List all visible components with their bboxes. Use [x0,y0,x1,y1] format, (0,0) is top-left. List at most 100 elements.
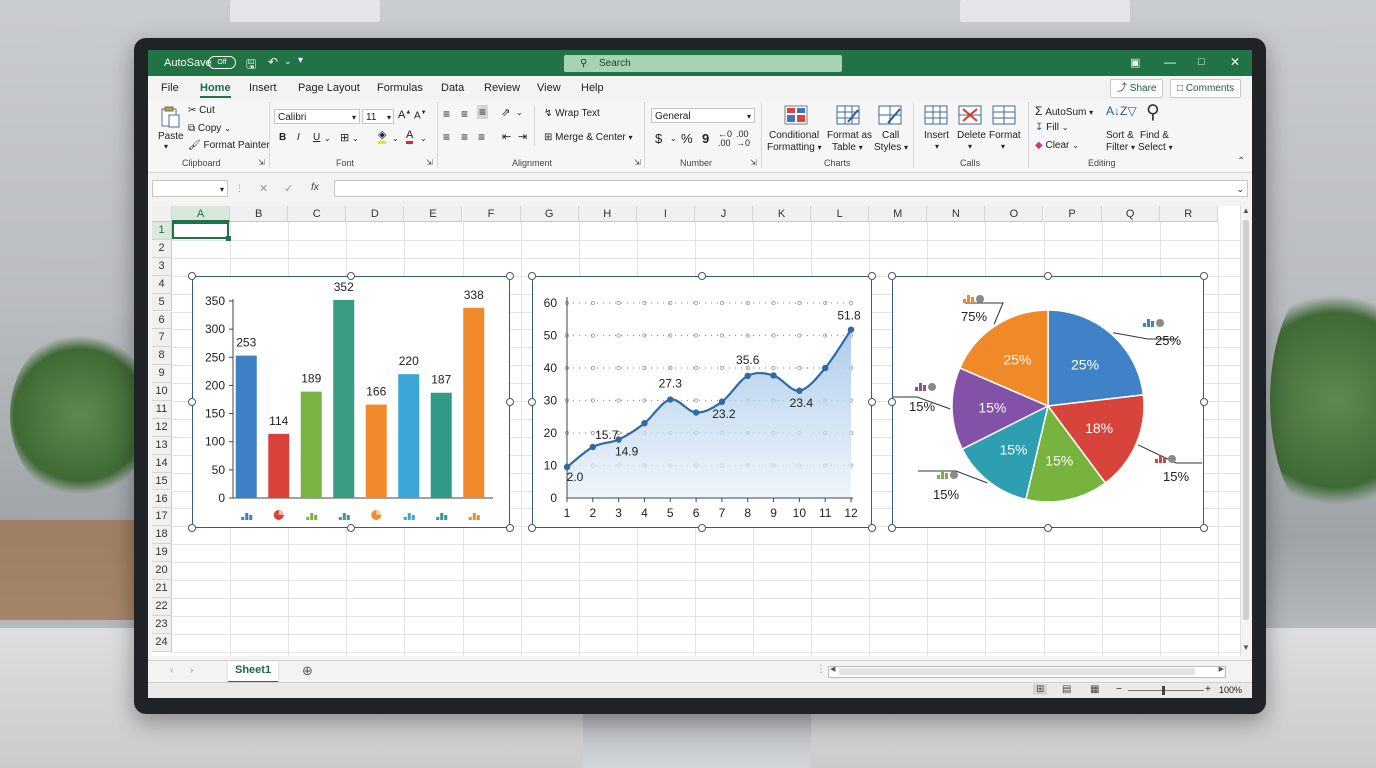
row-header-19[interactable]: 19 [152,544,172,563]
column-header-m[interactable]: M [869,206,928,222]
column-header-b[interactable]: B [230,206,289,222]
fill-handle[interactable] [226,235,232,241]
page-layout-view-icon[interactable]: ▤ [1062,684,1071,695]
resize-handle[interactable] [528,272,536,280]
tab-help[interactable]: Help [581,82,604,94]
cut-button[interactable]: ✂ Cut [188,105,215,116]
tab-insert[interactable]: Insert [249,82,277,94]
cell-styles-icon[interactable] [878,105,902,130]
row-header-22[interactable]: 22 [152,597,172,616]
resize-handle[interactable] [528,398,536,406]
search-box[interactable]: ⚲ Search [564,55,842,72]
dialog-launcher-icon[interactable]: ⇲ [426,158,433,167]
share-button[interactable]: ⤴ Share [1110,79,1164,98]
align-center-icon[interactable]: ≡ [461,130,468,144]
insert-cells-icon[interactable] [924,105,948,130]
close-icon[interactable]: ✕ [1230,55,1240,69]
chevron-down-icon[interactable]: ⌄ [516,108,523,117]
sheet-tab-sheet1[interactable]: Sheet1 [228,661,278,683]
resize-handle[interactable] [528,524,536,532]
formula-input[interactable]: ⌄ [334,180,1248,197]
pie-chart[interactable]: 25% 18% 15% 15% 15% 25% 25% 15% 15% 15% 75% [879,276,1204,528]
orientation-icon[interactable]: ⇗ [501,106,510,119]
chevron-down-icon[interactable]: ⌄ [324,134,331,143]
row-header-21[interactable]: 21 [152,580,172,598]
page-break-view-icon[interactable]: ▦ [1090,684,1099,695]
paste-label[interactable]: Paste [158,131,184,142]
cell-styles-label[interactable]: Call [882,130,899,141]
resize-handle[interactable] [888,524,896,532]
font-color-icon[interactable]: A [406,130,414,144]
percent-button[interactable]: % [681,131,693,146]
column-header-d[interactable]: D [346,206,405,222]
chevron-down-icon[interactable]: ⌄ [392,134,399,143]
scroll-up-icon[interactable]: ▲ [1242,206,1250,215]
row-header-23[interactable]: 23 [152,615,172,634]
active-cell[interactable] [172,222,230,239]
resize-handle[interactable] [698,272,706,280]
row-header-20[interactable]: 20 [152,562,172,580]
align-left-icon[interactable]: ≡ [443,130,450,144]
next-sheet-icon[interactable]: › [190,665,193,676]
row-header-13[interactable]: 13 [152,436,172,455]
select-all-corner[interactable] [152,206,172,222]
enter-icon[interactable]: ✓ [284,182,293,195]
format-painter-button[interactable]: 🖌 Format Painter [188,140,270,151]
resize-handle[interactable] [1044,272,1052,280]
row-header-12[interactable]: 12 [152,418,172,437]
column-header-h[interactable]: H [578,206,637,222]
dialog-launcher-icon[interactable]: ⇲ [750,158,757,167]
delete-cells-icon[interactable] [958,105,982,130]
align-bottom-icon[interactable]: ≡ [477,105,489,119]
italic-button[interactable]: I [297,132,300,143]
row-header-17[interactable]: 17 [152,508,172,527]
column-header-l[interactable]: L [811,206,870,222]
scroll-right-icon[interactable]: ▶ [1219,665,1224,673]
row-header-6[interactable]: 6 [152,311,172,330]
resize-handle[interactable] [347,524,355,532]
find-select-icon[interactable]: ⚲ [1146,101,1160,124]
resize-handle[interactable] [1044,524,1052,532]
resize-handle[interactable] [698,524,706,532]
column-header-o[interactable]: O [985,206,1044,222]
resize-handle[interactable] [1200,524,1208,532]
increase-decimal-icon[interactable]: ←0.00 [718,130,732,148]
align-top-icon[interactable]: ≡ [443,107,450,121]
resize-handle[interactable] [506,398,514,406]
paste-dropdown-icon[interactable]: ▾ [164,142,168,151]
minimize-icon[interactable]: — [1164,55,1176,69]
resize-handle[interactable] [506,272,514,280]
conditional-formatting-label-2[interactable]: Formatting ▾ [767,142,822,153]
format-as-table-label-2[interactable]: Table ▾ [832,142,863,153]
merge-center-button[interactable]: ⊞ Merge & Center ▾ [544,132,633,143]
resize-handle[interactable] [188,272,196,280]
zoom-slider[interactable] [1128,690,1204,691]
add-sheet-icon[interactable]: ⊕ [302,663,313,679]
resize-handle[interactable] [506,524,514,532]
format-cells-label[interactable]: Format [989,130,1021,141]
zoom-in-icon[interactable]: + [1205,684,1211,695]
scroll-left-icon[interactable]: ◀ [830,665,835,673]
resize-handle[interactable] [188,524,196,532]
find-select-label-2[interactable]: Select ▾ [1138,142,1173,153]
shrink-font-button[interactable]: A▼ [414,110,427,121]
insert-cells-label[interactable]: Insert [924,130,949,141]
row-header-2[interactable]: 2 [152,239,172,258]
underline-button[interactable]: U [313,132,320,143]
maximize-icon[interactable]: □ [1198,56,1205,68]
fill-button[interactable]: ↧ Fill ⌄ [1035,122,1068,133]
sort-filter-label[interactable]: Sort & [1106,130,1134,141]
ribbon-display-icon[interactable]: ▣ [1130,56,1140,69]
row-header-11[interactable]: 11 [152,401,172,419]
autosave-toggle[interactable]: Off [208,56,236,69]
comments-button[interactable]: □ Comments [1170,79,1242,98]
fill-color-icon[interactable]: ◈ [378,130,387,144]
zoom-out-icon[interactable]: − [1116,684,1122,695]
paste-button[interactable] [158,106,182,128]
sort-filter-icon[interactable]: A↓Z▽ [1106,104,1137,118]
decrease-decimal-icon[interactable]: .00 →0 [736,130,750,148]
zoom-level[interactable]: 100% [1219,685,1242,695]
delete-cells-label[interactable]: Delete [957,130,986,141]
resize-handle[interactable] [868,398,876,406]
row-header-3[interactable]: 3 [152,257,172,276]
